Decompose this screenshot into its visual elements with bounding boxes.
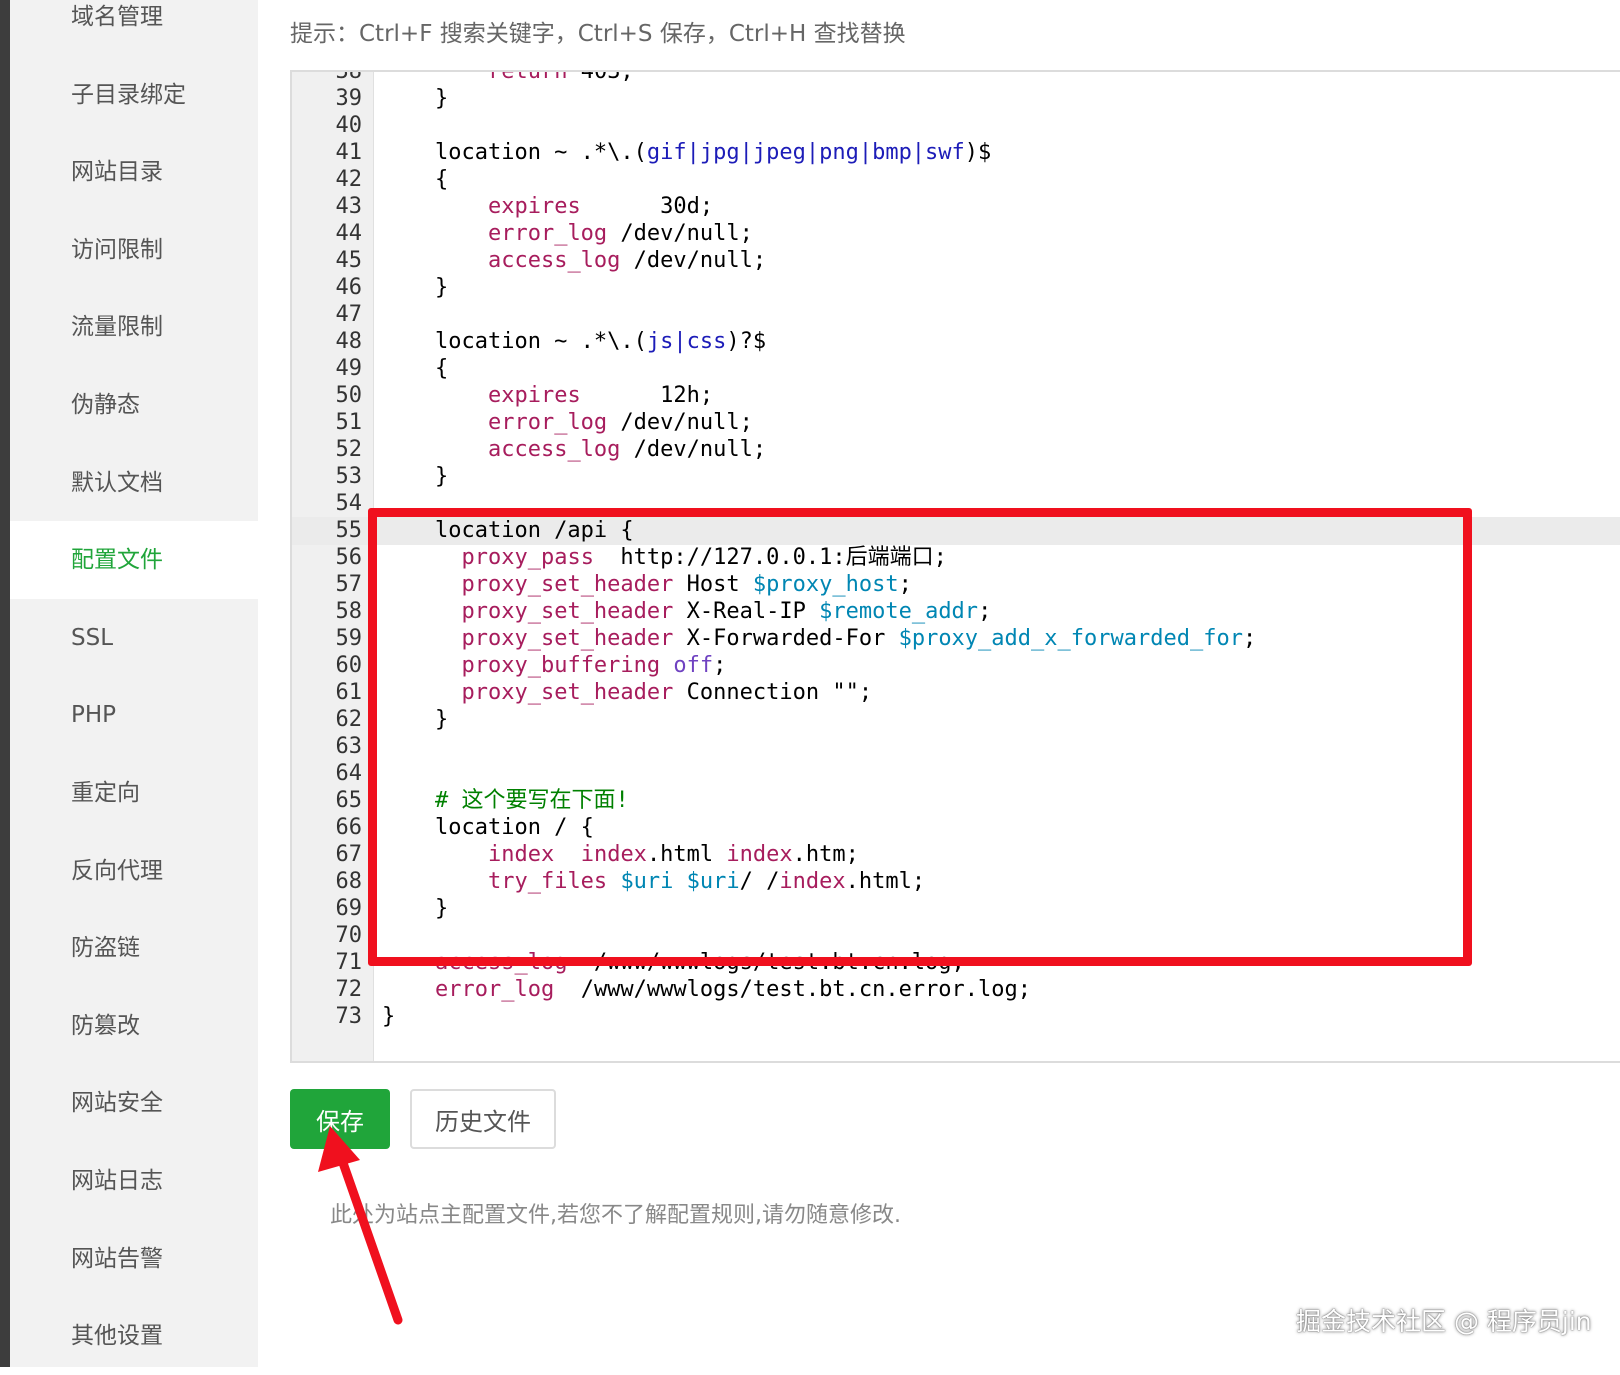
watermark: 掘金技术社区 @ 程序员jin <box>1296 1307 1592 1336</box>
annotation-arrow <box>318 1126 403 1325</box>
